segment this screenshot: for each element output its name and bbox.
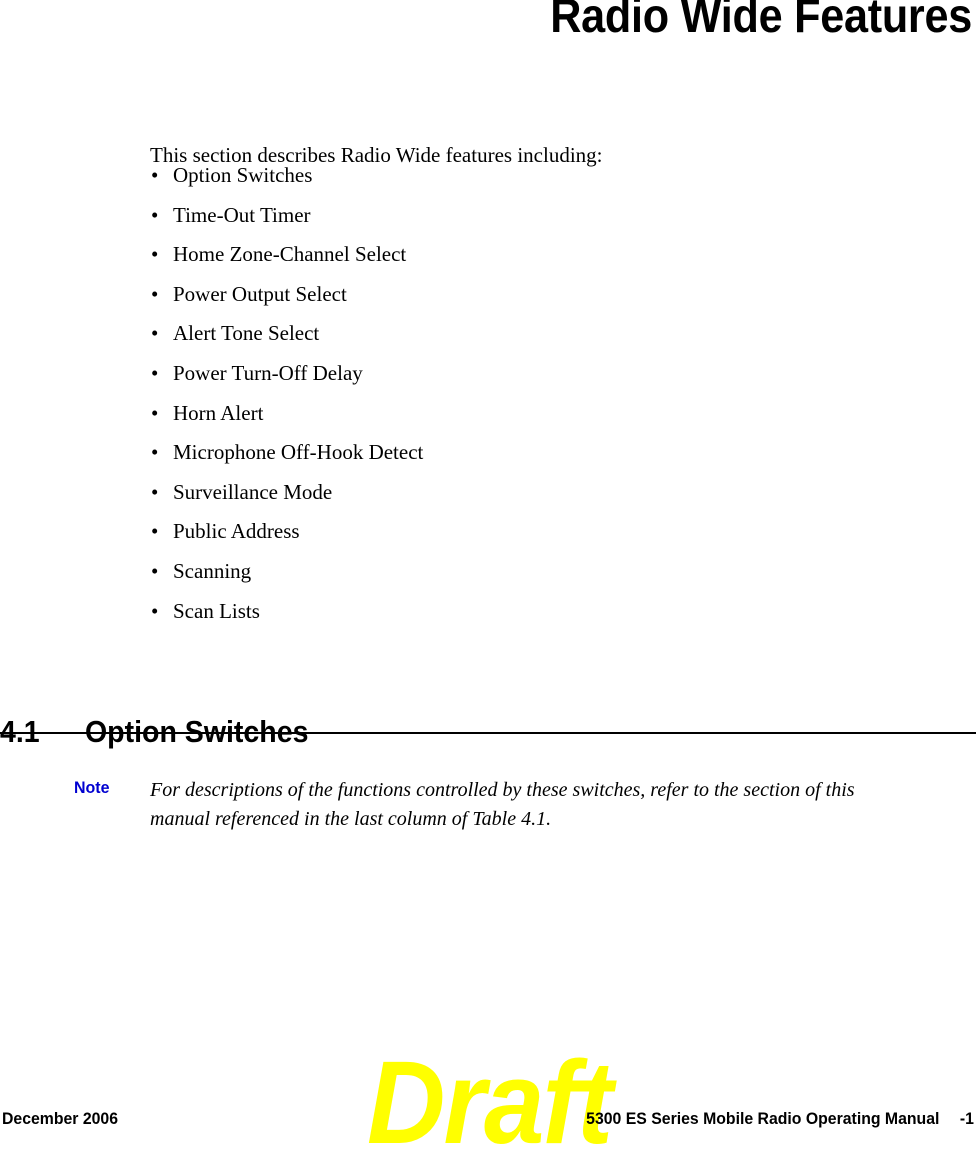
bullet-icon: • xyxy=(151,163,159,187)
bullet-icon: • xyxy=(151,321,159,346)
note-text: For descriptions of the functions contro… xyxy=(150,776,950,834)
bullet-icon: • xyxy=(151,360,159,385)
list-item: • Scan Lists xyxy=(150,597,423,637)
list-item: • Public Address xyxy=(150,517,423,557)
list-item-label: Power Turn-Off Delay xyxy=(173,360,363,385)
list-item-label: Power Output Select xyxy=(173,281,347,306)
list-item: • Surveillance Mode xyxy=(150,478,423,518)
bullet-icon: • xyxy=(151,479,159,504)
note-text-line: For descriptions of the functions contro… xyxy=(150,779,855,801)
list-item: • Alert Tone Select xyxy=(150,319,423,359)
list-item: • Power Output Select xyxy=(150,280,423,320)
list-item: • Home Zone-Channel Select xyxy=(150,240,423,280)
bullet-icon: • xyxy=(151,519,159,544)
bullet-icon: • xyxy=(151,440,159,465)
footer-manual-info: 5300 ES Series Mobile Radio Operating Ma… xyxy=(586,1106,974,1132)
note-label: Note xyxy=(74,778,110,797)
list-item: • Horn Alert xyxy=(150,399,423,439)
list-item-label: Option Switches xyxy=(173,163,313,187)
bullet-icon: • xyxy=(151,281,159,306)
list-item-label: Horn Alert xyxy=(173,400,264,425)
bullet-icon: • xyxy=(151,242,159,267)
list-item: • Microphone Off-Hook Detect xyxy=(150,438,423,478)
list-item: • Power Turn-Off Delay xyxy=(150,359,423,399)
bullet-icon: • xyxy=(151,598,159,623)
feature-list: • Option Switches • Time-Out Timer • Hom… xyxy=(150,161,423,636)
list-item-label: Scanning xyxy=(173,558,252,583)
list-item-label: Home Zone-Channel Select xyxy=(173,242,407,267)
footer-manual-title: 5300 ES Series Mobile Radio Operating Ma… xyxy=(586,1109,940,1128)
list-item-label: Public Address xyxy=(173,519,300,544)
note-text-line: manual referenced in the last column of … xyxy=(150,808,552,830)
draft-watermark: Draft xyxy=(367,1037,613,1169)
bullet-icon: • xyxy=(151,202,159,227)
page-title: Radio Wide Features xyxy=(550,0,972,43)
list-item: • Option Switches xyxy=(150,161,423,201)
bullet-icon: • xyxy=(151,558,159,583)
footer-date: December 2006 xyxy=(2,1109,119,1128)
footer-page-number: -1 xyxy=(959,1109,974,1128)
list-item: • Time-Out Timer xyxy=(150,201,423,241)
list-item-label: Scan Lists xyxy=(173,598,260,623)
list-item-label: Alert Tone Select xyxy=(173,321,320,346)
list-item-label: Surveillance Mode xyxy=(173,479,333,504)
list-item-label: Microphone Off-Hook Detect xyxy=(173,440,424,465)
list-item: • Scanning xyxy=(150,557,423,597)
list-item-label: Time-Out Timer xyxy=(173,202,311,227)
page-footer: December 2006 5300 ES Series Mobile Radi… xyxy=(0,1106,976,1134)
section-divider xyxy=(0,732,976,734)
bullet-icon: • xyxy=(151,400,159,425)
